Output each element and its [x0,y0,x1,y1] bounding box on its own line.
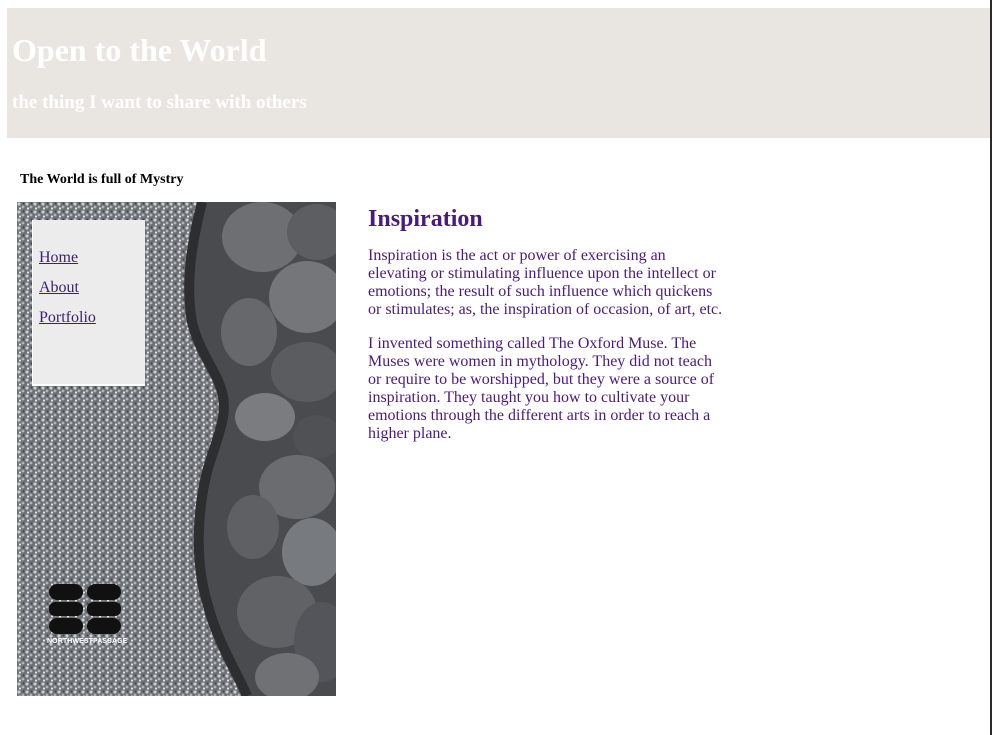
content-paragraph: Inspiration is the act or power of exerc… [368,247,723,318]
logo-text: NORTHWESTPASSAGE [47,638,128,645]
site-tagline: the thing I want to share with others [12,92,307,113]
content-paragraph: I invented something called The Oxford M… [368,335,715,442]
site-header: Open to the World the thing I want to sh… [7,8,991,138]
window-edge [990,0,992,735]
sidebar-heading: The World is full of Mystry [20,172,184,187]
logo-area: NORTHWESTPASSAGE [17,202,336,696]
page: Open to the World the thing I want to sh… [0,0,1000,735]
content-heading: Inspiration [368,206,483,232]
main-content: Inspiration Inspiration is the act or po… [368,206,728,459]
site-title: Open to the World [12,32,267,68]
